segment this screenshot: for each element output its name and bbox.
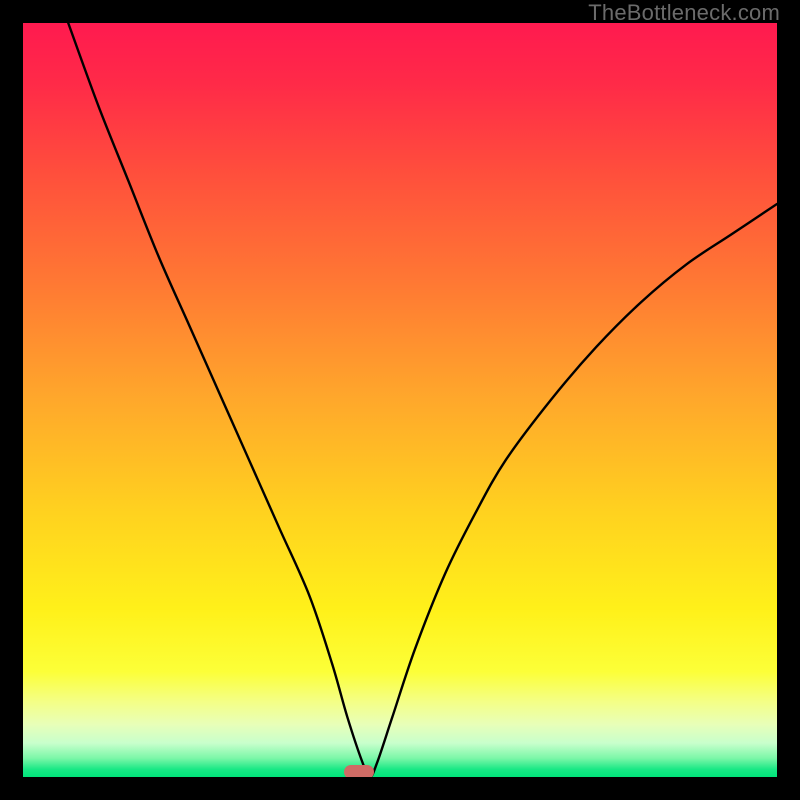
chart-frame: TheBottleneck.com: [0, 0, 800, 800]
bottleneck-curve: [23, 23, 777, 777]
optimal-marker: [344, 765, 374, 777]
watermark-text: TheBottleneck.com: [588, 0, 780, 26]
plot-area: [23, 23, 777, 777]
